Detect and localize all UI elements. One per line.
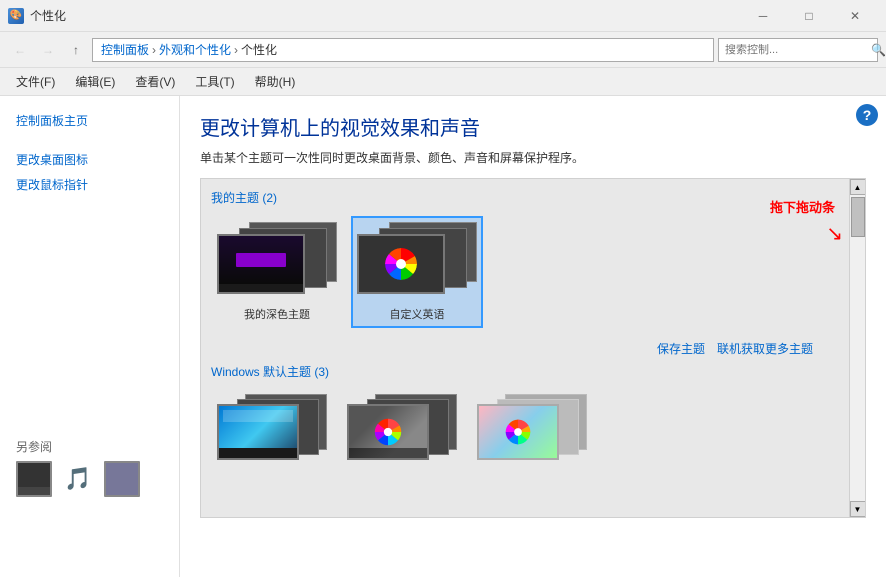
restore-button[interactable]: □: [786, 0, 832, 32]
also-label: 另参阅: [16, 438, 162, 455]
win-preview-2: [347, 394, 457, 469]
windows-themes-grid: [211, 388, 839, 475]
main-layout: 控制面板主页 更改桌面图标 更改鼠标指针 另参阅 🎵 ? 更改计算机上的视觉效果…: [0, 96, 886, 577]
my-themes-grid: 我的深色主题: [211, 216, 839, 328]
titlebar-buttons: ─ □ ✕: [740, 0, 878, 32]
back-button[interactable]: ←: [8, 38, 32, 62]
up-button[interactable]: ↑: [64, 38, 88, 62]
page-title: 更改计算机上的视觉效果和声音: [200, 112, 866, 141]
theme-dark[interactable]: 我的深色主题: [211, 216, 343, 328]
close-button[interactable]: ✕: [832, 0, 878, 32]
sidebar-home-link[interactable]: 控制面板主页: [0, 108, 179, 133]
menu-edit[interactable]: 编辑(E): [67, 69, 123, 94]
menu-help[interactable]: 帮助(H): [247, 69, 304, 94]
minimize-button[interactable]: ─: [740, 0, 786, 32]
bottom-icon-2: 🎵: [60, 461, 96, 497]
annotation-arrow: ↘: [826, 221, 843, 246]
forward-button[interactable]: →: [36, 38, 60, 62]
color-wheel-icon: [383, 246, 419, 282]
flowers-color-icon: [373, 417, 403, 447]
scrollbar-up-button[interactable]: ▲: [850, 179, 866, 195]
nature-color-icon: [504, 418, 532, 446]
app-icon: 🎨: [8, 8, 24, 24]
bottom-icon-1: [16, 461, 52, 497]
win-preview-1: [217, 394, 327, 469]
window-title: 个性化: [30, 7, 740, 24]
windows-themes-section: Windows 默认主题 (3): [211, 363, 839, 475]
breadcrumb-appearance[interactable]: 外观和个性化: [159, 41, 231, 58]
scrollbar-thumb[interactable]: [851, 197, 865, 237]
addressbar: ← → ↑ 控制面板 › 外观和个性化 › 个性化 🔍: [0, 32, 886, 68]
save-area: 保存主题 联机获取更多主题: [211, 336, 823, 361]
bottom-icons: 🎵: [16, 461, 162, 497]
sidebar-desktop-icon-link[interactable]: 更改桌面图标: [0, 147, 179, 172]
content-area: ? 更改计算机上的视觉效果和声音 单击某个主题可一次性同时更改桌面背景、颜色、声…: [180, 96, 886, 577]
search-input[interactable]: [725, 44, 867, 56]
my-themes-label: 我的主题 (2): [211, 189, 839, 206]
bottom-icon-3: [104, 461, 140, 497]
separator2: ›: [234, 43, 238, 57]
address-path[interactable]: 控制面板 › 外观和个性化 › 个性化: [92, 38, 714, 62]
custom-theme-name: 自定义英语: [390, 306, 445, 322]
themes-panel: ▲ ▼ 拖下拖动条 ↘ 我的主题 (2): [200, 178, 866, 518]
win-theme-3[interactable]: [471, 388, 593, 475]
sidebar-also-section: 另参阅 🎵: [0, 430, 178, 505]
breadcrumb-current: 个性化: [241, 41, 277, 58]
theme-custom[interactable]: 自定义英语: [351, 216, 483, 328]
separator1: ›: [152, 43, 156, 57]
menu-view[interactable]: 查看(V): [127, 69, 183, 94]
get-more-themes-link[interactable]: 联机获取更多主题: [717, 340, 813, 357]
menubar: 文件(F) 编辑(E) 查看(V) 工具(T) 帮助(H): [0, 68, 886, 96]
win-preview-3: [477, 394, 587, 469]
custom-theme-preview: [357, 222, 477, 302]
menu-tools[interactable]: 工具(T): [187, 69, 242, 94]
titlebar: 🎨 个性化 ─ □ ✕: [0, 0, 886, 32]
scrollbar-down-button[interactable]: ▼: [850, 501, 866, 517]
scrollbar[interactable]: ▲ ▼: [849, 179, 865, 517]
win-theme-2[interactable]: [341, 388, 463, 475]
dark-theme-preview: [217, 222, 337, 302]
sidebar: 控制面板主页 更改桌面图标 更改鼠标指针 另参阅 🎵: [0, 96, 180, 577]
page-desc: 单击某个主题可一次性同时更改桌面背景、颜色、声音和屏幕保护程序。: [200, 149, 866, 166]
search-icon: 🔍: [871, 43, 886, 57]
save-theme-link[interactable]: 保存主题: [657, 340, 705, 357]
help-button[interactable]: ?: [856, 104, 878, 126]
sidebar-mouse-link[interactable]: 更改鼠标指针: [0, 172, 179, 197]
win-theme-1[interactable]: [211, 388, 333, 475]
menu-file[interactable]: 文件(F): [8, 69, 63, 94]
dark-theme-name: 我的深色主题: [244, 306, 310, 322]
search-box[interactable]: 🔍: [718, 38, 878, 62]
breadcrumb-controlpanel[interactable]: 控制面板: [101, 41, 149, 58]
themes-content: 我的主题 (2): [201, 179, 849, 485]
windows-themes-label: Windows 默认主题 (3): [211, 363, 839, 380]
